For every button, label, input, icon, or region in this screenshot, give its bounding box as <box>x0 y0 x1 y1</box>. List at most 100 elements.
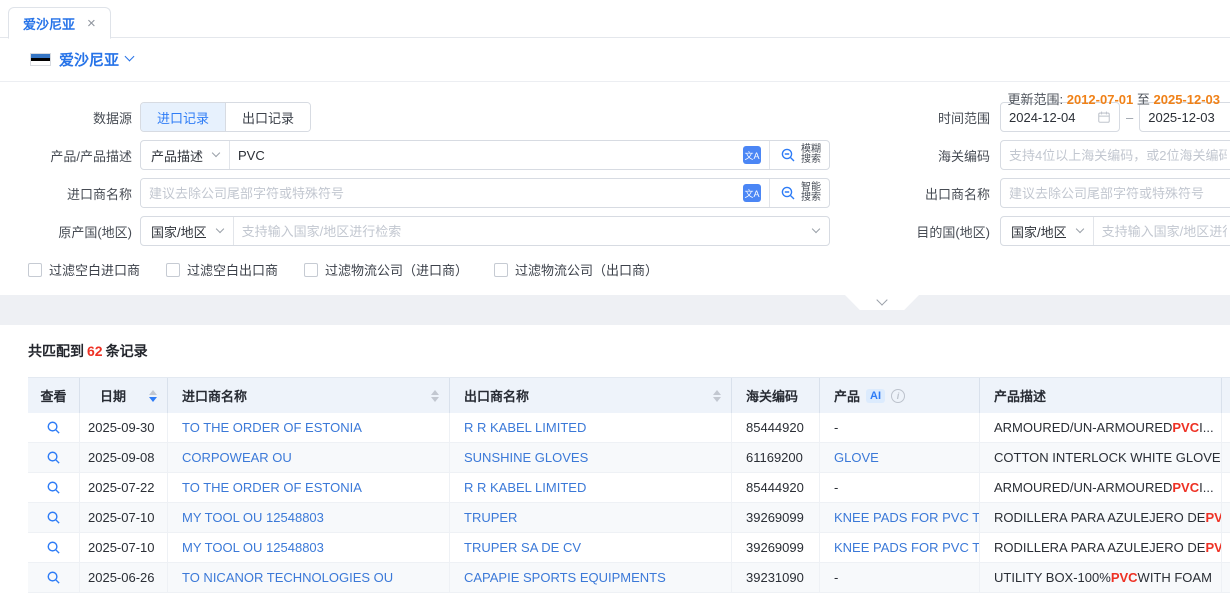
collapse-panel-button[interactable] <box>845 295 919 310</box>
magnifier-icon <box>46 420 61 435</box>
data-source-label: 数据源 <box>0 108 140 127</box>
table-body: 2025-09-30 TO THE ORDER OF ESTONIA R R K… <box>28 413 1230 593</box>
smart-search-button[interactable]: 智能搜索 <box>769 179 829 207</box>
destination-country-input[interactable] <box>1094 217 1230 245</box>
start-date-input[interactable] <box>1009 110 1093 125</box>
checkbox-label: 过滤物流公司（进口商） <box>325 260 468 279</box>
cell-exporter[interactable]: R R KABEL LIMITED <box>450 413 732 442</box>
magnifier-icon <box>46 450 61 465</box>
table-header: 查看 日期 进口商名称 出口商名称 海关编码 产品AIi 产品描述 <box>28 377 1230 413</box>
view-record-button[interactable] <box>46 480 61 495</box>
close-icon[interactable]: × <box>87 16 96 31</box>
cell-product[interactable]: KNEE PADS FOR PVC T... <box>820 533 980 562</box>
export-records-button[interactable]: 出口记录 <box>225 103 310 131</box>
filter-panel: 更新范围: 2012-07-01 至 2025-12-03 数据源 进口记录 出… <box>0 82 1230 295</box>
origin-type-select[interactable]: 国家/地区 <box>141 217 234 245</box>
update-range-to-word: 至 <box>1137 92 1150 107</box>
calendar-icon <box>1097 110 1111 124</box>
cell-importer[interactable]: MY TOOL OU 12548803 <box>168 503 450 532</box>
fuzzy-search-button[interactable]: 模糊搜索 <box>769 141 829 169</box>
origin-country-input[interactable] <box>234 217 813 245</box>
cell-date: 2025-07-10 <box>80 503 168 532</box>
cell-extra <box>1222 563 1230 592</box>
checkbox-filter-logistics-exporter[interactable]: 过滤物流公司（出口商） <box>494 260 658 279</box>
fuzzy-label-2: 搜索 <box>801 154 821 165</box>
search-icon <box>780 147 796 163</box>
cell-description: COTTON INTERLOCK WHITE GLOVES... <box>980 443 1222 472</box>
col-exporter-label: 出口商名称 <box>464 386 529 405</box>
magnifier-icon <box>46 480 61 495</box>
col-date[interactable]: 日期 <box>80 378 168 413</box>
import-records-button[interactable]: 进口记录 <box>141 103 225 131</box>
origin-country-label: 原产国(地区) <box>0 222 140 241</box>
importer-label: 进口商名称 <box>0 184 140 203</box>
origin-type-value: 国家/地区 <box>151 222 207 241</box>
col-view: 查看 <box>28 378 80 413</box>
cell-importer[interactable]: MY TOOL OU 12548803 <box>168 533 450 562</box>
table-row: 2025-09-30 TO THE ORDER OF ESTONIA R R K… <box>28 413 1230 443</box>
sort-importer-icon[interactable] <box>431 390 439 402</box>
view-record-button[interactable] <box>46 570 61 585</box>
product-type-select[interactable]: 产品描述 <box>141 141 230 169</box>
cell-importer[interactable]: TO NICANOR TECHNOLOGIES OU <box>168 563 450 592</box>
col-exporter[interactable]: 出口商名称 <box>450 378 732 413</box>
translate-icon[interactable]: 文A <box>743 184 761 202</box>
hs-code-label: 海关编码 <box>830 146 1000 165</box>
col-importer-label: 进口商名称 <box>182 386 247 405</box>
checkbox-filter-blank-exporter[interactable]: 过滤空白出口商 <box>166 260 278 279</box>
chevron-down-icon <box>212 149 220 157</box>
col-extra <box>1222 378 1230 413</box>
cell-exporter[interactable]: R R KABEL LIMITED <box>450 473 732 502</box>
cell-date: 2025-06-26 <box>80 563 168 592</box>
hs-code-input[interactable] <box>1000 140 1230 170</box>
checkbox-filter-logistics-importer[interactable]: 过滤物流公司（进口商） <box>304 260 468 279</box>
cell-extra <box>1222 503 1230 532</box>
cell-hs-code: 39269099 <box>732 503 820 532</box>
smart-label-2: 搜索 <box>801 192 821 203</box>
end-date-input[interactable] <box>1148 110 1230 125</box>
sort-exporter-icon[interactable] <box>713 390 721 402</box>
exporter-input[interactable] <box>1000 178 1230 208</box>
cell-product[interactable]: GLOVE <box>820 443 980 472</box>
sort-date-icon[interactable] <box>149 390 157 402</box>
filter-checkboxes: 过滤空白进口商 过滤空白出口商 过滤物流公司（进口商） 过滤物流公司（出口商） <box>0 260 1230 279</box>
tab-estonia[interactable]: 爱沙尼亚 × <box>8 7 111 39</box>
view-record-button[interactable] <box>46 450 61 465</box>
product-type-value: 产品描述 <box>151 146 203 165</box>
view-record-button[interactable] <box>46 540 61 555</box>
translate-icon[interactable]: 文A <box>743 146 761 164</box>
view-record-button[interactable] <box>46 510 61 525</box>
chevron-down-icon <box>215 225 223 233</box>
info-icon[interactable]: i <box>891 389 905 403</box>
checkbox-icon <box>28 263 42 277</box>
country-name[interactable]: 爱沙尼亚 <box>59 49 119 70</box>
destination-type-select[interactable]: 国家/地区 <box>1001 217 1094 245</box>
cell-importer[interactable]: TO THE ORDER OF ESTONIA <box>168 473 450 502</box>
cell-hs-code: 85444920 <box>732 473 820 502</box>
cell-exporter[interactable]: CAPAPIE SPORTS EQUIPMENTS <box>450 563 732 592</box>
destination-type-value: 国家/地区 <box>1011 222 1067 241</box>
cell-importer[interactable]: CORPOWEAR OU <box>168 443 450 472</box>
destination-country-label: 目的国(地区) <box>830 222 1000 241</box>
cell-exporter[interactable]: TRUPER <box>450 503 732 532</box>
product-search-input[interactable] <box>230 141 743 169</box>
summary-prefix: 共匹配到 <box>28 343 84 359</box>
chevron-down-icon[interactable] <box>125 52 135 62</box>
cell-extra <box>1222 533 1230 562</box>
date-separator: – <box>1126 110 1133 125</box>
cell-extra <box>1222 413 1230 442</box>
view-record-button[interactable] <box>46 420 61 435</box>
cell-date: 2025-07-10 <box>80 533 168 562</box>
tab-label: 爱沙尼亚 <box>23 14 75 33</box>
ai-badge: AI <box>866 389 885 403</box>
col-product-label: 产品 <box>834 386 860 405</box>
col-importer[interactable]: 进口商名称 <box>168 378 450 413</box>
estonia-flag-icon <box>30 53 51 66</box>
cell-product[interactable]: KNEE PADS FOR PVC T... <box>820 503 980 532</box>
importer-input[interactable] <box>141 179 743 207</box>
checkbox-filter-blank-importer[interactable]: 过滤空白进口商 <box>28 260 140 279</box>
cell-importer[interactable]: TO THE ORDER OF ESTONIA <box>168 413 450 442</box>
cell-exporter[interactable]: TRUPER SA DE CV <box>450 533 732 562</box>
cell-exporter[interactable]: SUNSHINE GLOVES <box>450 443 732 472</box>
cell-hs-code: 85444920 <box>732 413 820 442</box>
